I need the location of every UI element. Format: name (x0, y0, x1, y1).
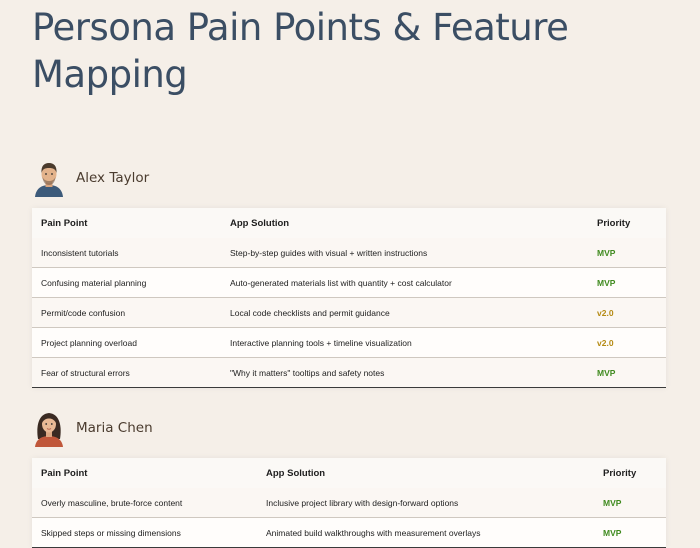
priority-cell: MVP (594, 488, 666, 518)
priority-cell: MVP (594, 517, 666, 547)
pain-point-cell: Project planning overload (32, 327, 221, 358)
woman-avatar-icon (32, 409, 66, 447)
pain-point-cell: Permit/code confusion (32, 297, 221, 328)
persona-section: Maria Chen Pain Point App Solution Prior… (32, 408, 666, 548)
solution-cell: Auto-generated materials list with quant… (221, 267, 588, 298)
page-title: Persona Pain Points & Feature Mapping (32, 6, 569, 96)
persona-header: Alex Taylor (32, 158, 666, 198)
column-header-priority: Priority (594, 458, 666, 488)
solution-cell: Step-by-step guides with visual + writte… (221, 238, 588, 268)
table-row: Fear of structural errors "Why it matter… (32, 357, 666, 387)
persona-section: Alex Taylor Pain Point App Solution Prio… (32, 158, 666, 388)
solution-cell: Local code checklists and permit guidanc… (221, 297, 588, 328)
pain-point-cell: Skipped steps or missing dimensions (32, 517, 257, 547)
column-header-priority: Priority (588, 208, 666, 238)
solution-cell: "Why it matters" tooltips and safety not… (221, 357, 588, 387)
column-header-pain-point: Pain Point (32, 458, 257, 488)
table-row: Inconsistent tutorials Step-by-step guid… (32, 238, 666, 268)
pain-point-cell: Inconsistent tutorials (32, 238, 221, 268)
man-avatar-icon (32, 159, 66, 197)
column-header-solution: App Solution (257, 458, 594, 488)
solution-cell: Animated build walkthroughs with measure… (257, 517, 594, 547)
table-row: Overly masculine, brute-force content In… (32, 488, 666, 518)
table-header-row: Pain Point App Solution Priority (32, 458, 666, 488)
column-header-pain-point: Pain Point (32, 208, 221, 238)
pain-point-cell: Confusing material planning (32, 267, 221, 298)
table-header-row: Pain Point App Solution Priority (32, 208, 666, 238)
table-row: Confusing material planning Auto-generat… (32, 267, 666, 298)
solution-cell: Inclusive project library with design-fo… (257, 488, 594, 518)
table-row: Skipped steps or missing dimensions Anim… (32, 517, 666, 547)
persona-header: Maria Chen (32, 408, 666, 448)
pain-point-table-card: Pain Point App Solution Priority Overly … (32, 458, 666, 548)
priority-cell: v2.0 (588, 297, 666, 328)
priority-cell: MVP (588, 267, 666, 298)
pain-point-table-card: Pain Point App Solution Priority Inconsi… (32, 208, 666, 388)
pain-point-cell: Fear of structural errors (32, 357, 221, 387)
solution-cell: Interactive planning tools + timeline vi… (221, 327, 588, 358)
priority-cell: MVP (588, 238, 666, 268)
pain-point-table: Pain Point App Solution Priority Overly … (32, 458, 666, 547)
table-row: Project planning overload Interactive pl… (32, 327, 666, 358)
pain-point-table: Pain Point App Solution Priority Inconsi… (32, 208, 666, 387)
priority-cell: MVP (588, 357, 666, 387)
persona-name: Alex Taylor (76, 170, 150, 186)
table-row: Permit/code confusion Local code checkli… (32, 297, 666, 328)
persona-name: Maria Chen (76, 420, 153, 436)
priority-cell: v2.0 (588, 327, 666, 358)
pain-point-cell: Overly masculine, brute-force content (32, 488, 257, 518)
column-header-solution: App Solution (221, 208, 588, 238)
